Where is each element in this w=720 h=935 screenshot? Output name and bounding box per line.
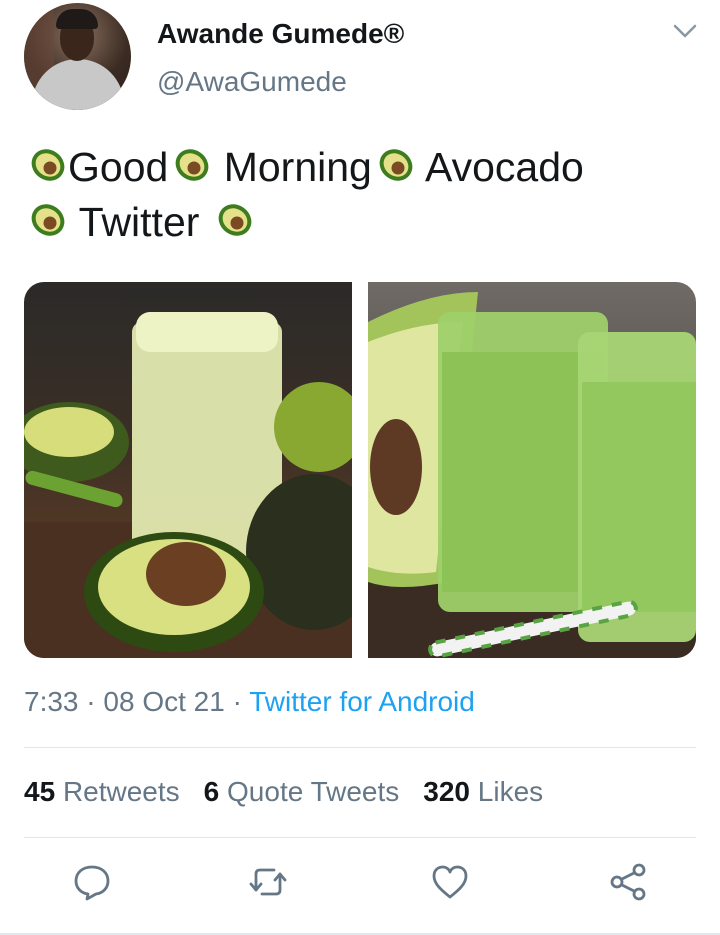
meta-separator: ·	[232, 686, 242, 717]
retweets-stat[interactable]: 45 Retweets	[24, 776, 180, 808]
quote-tweets-count: 6	[203, 776, 220, 807]
reply-icon[interactable]	[72, 862, 112, 902]
avocado-emoji-icon	[31, 204, 65, 236]
tweet-word-avocado: Avocado	[424, 144, 584, 190]
likes-count: 320	[423, 776, 470, 807]
tweet-date: 08 Oct 21	[103, 686, 225, 717]
tweet-word-good: Good	[68, 144, 169, 190]
likes-label: Likes	[477, 776, 544, 807]
chevron-down-icon[interactable]	[672, 20, 698, 42]
avocado-emoji-icon	[218, 204, 252, 236]
divider	[24, 837, 696, 838]
retweet-icon[interactable]	[248, 862, 288, 902]
heart-icon[interactable]	[430, 862, 470, 902]
tweet-source-link[interactable]: Twitter for Android	[249, 686, 475, 717]
avatar-cap	[56, 9, 98, 29]
author-handle[interactable]: @AwaGumede	[157, 66, 347, 98]
retweets-count: 45	[24, 776, 56, 807]
tweet-stats: 45 Retweets 6 Quote Tweets 320 Likes	[24, 776, 567, 808]
tweet-meta: 7:33 · 08 Oct 21 · Twitter for Android	[24, 686, 475, 718]
meta-separator: ·	[86, 686, 96, 717]
avocado-emoji-icon	[31, 149, 65, 181]
quote-tweets-label: Quote Tweets	[227, 776, 400, 807]
author-name[interactable]: Awande Gumede®	[157, 18, 404, 50]
green-smoothie-illustration	[368, 292, 696, 658]
tweet-word-twitter: Twitter	[78, 199, 200, 245]
avocado-smoothie-photo[interactable]	[24, 282, 352, 658]
tweet-actions	[0, 862, 720, 912]
avocado-emoji-icon	[379, 149, 413, 181]
divider	[24, 747, 696, 748]
avatar[interactable]	[24, 3, 131, 110]
quote-tweets-stat[interactable]: 6 Quote Tweets	[204, 776, 400, 808]
retweets-label: Retweets	[62, 776, 180, 807]
tweet-time: 7:33	[24, 686, 79, 717]
tweet-text: Good Morning Avocado Twitter	[24, 140, 704, 250]
tweet-word-morning: Morning	[223, 144, 372, 190]
tweet-media	[24, 282, 696, 658]
likes-stat[interactable]: 320 Likes	[423, 776, 543, 808]
avocado-emoji-icon	[175, 149, 209, 181]
green-smoothie-glasses-photo[interactable]	[368, 282, 696, 658]
share-icon[interactable]	[608, 862, 648, 902]
avocado-smoothie-illustration	[24, 312, 352, 658]
